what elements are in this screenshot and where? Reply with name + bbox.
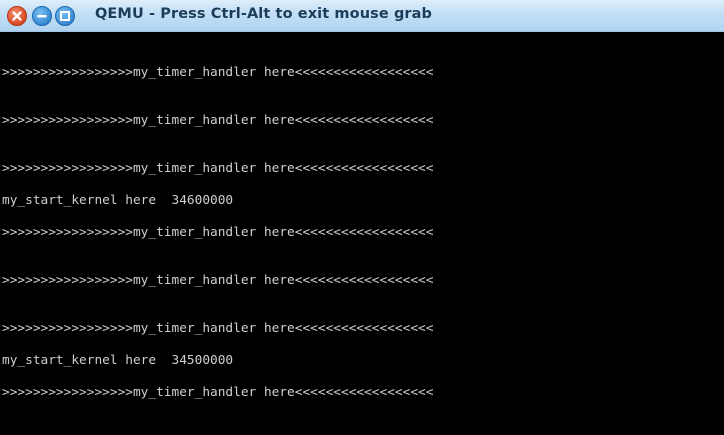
- console-line: >>>>>>>>>>>>>>>>>my_timer_handler here<<…: [2, 65, 434, 80]
- close-icon[interactable]: [7, 6, 27, 26]
- console-line: >>>>>>>>>>>>>>>>>my_timer_handler here<<…: [2, 113, 434, 128]
- console-line: my_start_kernel here 34500000: [2, 353, 234, 368]
- title-bar[interactable]: QEMU - Press Ctrl-Alt to exit mouse grab: [0, 0, 724, 32]
- console-line: >>>>>>>>>>>>>>>>>my_timer_handler here<<…: [2, 321, 434, 336]
- qemu-window: QEMU - Press Ctrl-Alt to exit mouse grab…: [0, 0, 724, 435]
- console-output[interactable]: >>>>>>>>>>>>>>>>>my_timer_handler here<<…: [0, 33, 724, 435]
- console-line: >>>>>>>>>>>>>>>>>my_timer_handler here<<…: [2, 225, 434, 240]
- maximize-icon[interactable]: [55, 6, 75, 26]
- console-line: my_start_kernel here 34600000: [2, 193, 234, 208]
- minimize-icon[interactable]: [32, 6, 52, 26]
- console-line: >>>>>>>>>>>>>>>>>my_timer_handler here<<…: [2, 385, 434, 400]
- console-line: >>>>>>>>>>>>>>>>>my_timer_handler here<<…: [2, 161, 434, 176]
- console-line: >>>>>>>>>>>>>>>>>my_timer_handler here<<…: [2, 273, 434, 288]
- window-title: QEMU - Press Ctrl-Alt to exit mouse grab: [95, 6, 433, 22]
